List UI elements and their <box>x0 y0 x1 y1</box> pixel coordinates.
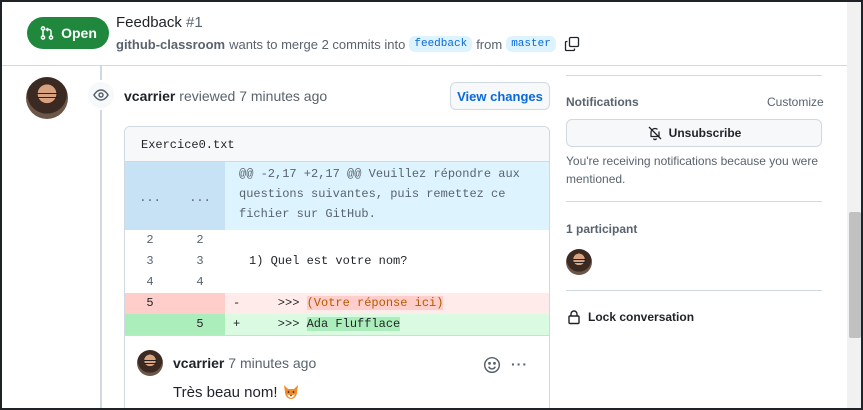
state-label: Open <box>61 25 97 41</box>
comment-body: Très beau nom! <box>173 383 300 401</box>
pr-number: #1 <box>186 14 203 31</box>
comment-header: vcarrier 7 minutes ago <box>173 355 316 371</box>
fox-emoji-icon <box>283 385 298 399</box>
hunk-text: @@ -2,17 +2,17 @@ Veuillez répondre aux … <box>225 162 549 230</box>
old-line-number[interactable] <box>125 314 175 335</box>
diff-sign <box>225 251 239 272</box>
merge-text: wants to merge 2 commits into <box>229 36 406 52</box>
diff-row: 3 3 1) Quel est votre nom? <box>125 251 549 272</box>
unsubscribe-label: Unsubscribe <box>668 126 742 140</box>
review-time[interactable]: 7 minutes ago <box>239 88 327 104</box>
code-prefix: >>> <box>249 317 307 331</box>
pr-title-text: Feedback <box>116 14 182 31</box>
review-header: vcarrier reviewed 7 minutes ago <box>124 88 327 104</box>
pull-request-icon <box>40 26 54 40</box>
reviewer-avatar[interactable] <box>26 77 68 119</box>
diff-code <box>239 230 549 251</box>
pr-author-link[interactable]: github-classroom <box>116 37 225 52</box>
head-branch-link[interactable]: master <box>506 36 556 52</box>
base-branch-link[interactable]: feedback <box>409 36 473 52</box>
pull-request-page: Open Feedback #1 github-classroom wants … <box>0 0 863 410</box>
sidebar-divider <box>566 290 822 291</box>
hunk-expand-right[interactable]: ... <box>175 162 225 230</box>
notifications-heading: Notifications <box>566 95 639 109</box>
diff-code: 1) Quel est votre nom? <box>249 254 408 268</box>
copy-icon[interactable] <box>564 36 580 52</box>
diff-code: >>> (Votre réponse ici) <box>239 293 549 314</box>
review-action: reviewed <box>179 88 236 104</box>
diff-sign <box>225 230 239 251</box>
pr-meta: github-classroom wants to merge 2 commit… <box>116 36 580 52</box>
bell-slash-icon <box>648 126 662 141</box>
participants-heading: 1 participant <box>566 222 638 236</box>
diff-row-deleted: 5 - >>> (Votre réponse ici) <box>125 293 549 314</box>
deletion-sign: - <box>233 296 241 310</box>
review-diff-card: Exercice0.txt ... ... @@ -2,17 +2,17 @@ … <box>124 126 550 408</box>
diff-filename[interactable]: Exercice0.txt <box>125 127 549 162</box>
hunk-expand-left[interactable]: ... <box>125 162 175 230</box>
addition-sign: + <box>233 317 241 331</box>
review-comment: vcarrier 7 minutes ago ··· Très beau nom… <box>125 335 549 408</box>
diff-hunk-header: ... ... @@ -2,17 +2,17 @@ Veuillez répon… <box>125 162 549 230</box>
deleted-text: (Votre réponse ici) <box>306 296 444 310</box>
unsubscribe-button[interactable]: Unsubscribe <box>566 119 822 147</box>
commenter-avatar[interactable] <box>137 350 163 376</box>
sidebar-divider <box>566 201 822 202</box>
open-state-badge: Open <box>27 17 109 49</box>
header-divider <box>2 65 847 66</box>
diff-code <box>239 272 549 293</box>
sidebar-divider <box>566 75 822 76</box>
timeline-line <box>100 66 102 408</box>
new-line-number[interactable]: 2 <box>175 230 225 251</box>
lock-label: Lock conversation <box>588 310 695 324</box>
old-line-number[interactable]: 4 <box>125 272 175 293</box>
diff-sign <box>225 272 239 293</box>
new-line-number[interactable]: 4 <box>175 272 225 293</box>
code-prefix: >>> <box>249 296 307 310</box>
diff-code: >>> Ada Flufflace <box>239 314 549 335</box>
comment-time[interactable]: 7 minutes ago <box>228 355 316 371</box>
lock-icon <box>568 310 580 325</box>
view-changes-button[interactable]: View changes <box>450 82 550 110</box>
new-line-number[interactable]: 3 <box>175 251 225 272</box>
comment-text: Très beau nom! <box>173 383 278 401</box>
old-line-number[interactable]: 3 <box>125 251 175 272</box>
pr-title: Feedback #1 <box>116 14 203 31</box>
commenter-name[interactable]: vcarrier <box>173 355 224 371</box>
added-text: Ada Flufflace <box>306 317 401 331</box>
customize-link[interactable]: Customize <box>767 95 824 109</box>
old-line-number[interactable]: 5 <box>125 293 175 314</box>
from-text: from <box>476 36 503 52</box>
hunk-line: @@ -2,17 +2,17 @@ Veuillez répondre aux <box>239 167 520 181</box>
diff-row: 4 4 <box>125 272 549 293</box>
hunk-line: questions suivantes, puis remettez ce <box>239 187 506 201</box>
hunk-line: fichier sur GitHub. <box>239 207 376 221</box>
notification-reason: You're receiving notifications because y… <box>566 154 818 186</box>
diff-row-added: 5 + >>> Ada Flufflace <box>125 314 549 335</box>
scrollbar-thumb[interactable] <box>849 212 861 338</box>
page-scrollbar[interactable] <box>847 2 861 408</box>
lock-conversation-button[interactable]: Lock conversation <box>566 309 694 325</box>
new-line-number[interactable] <box>175 293 225 314</box>
smiley-icon[interactable] <box>483 356 501 374</box>
old-line-number[interactable]: 2 <box>125 230 175 251</box>
kebab-menu-icon[interactable]: ··· <box>511 356 531 374</box>
reviewer-name[interactable]: vcarrier <box>124 88 175 104</box>
eye-icon <box>93 89 109 101</box>
participant-avatar[interactable] <box>566 249 592 275</box>
review-badge <box>86 80 116 110</box>
diff-row: 2 2 <box>125 230 549 251</box>
new-line-number[interactable]: 5 <box>175 314 225 335</box>
